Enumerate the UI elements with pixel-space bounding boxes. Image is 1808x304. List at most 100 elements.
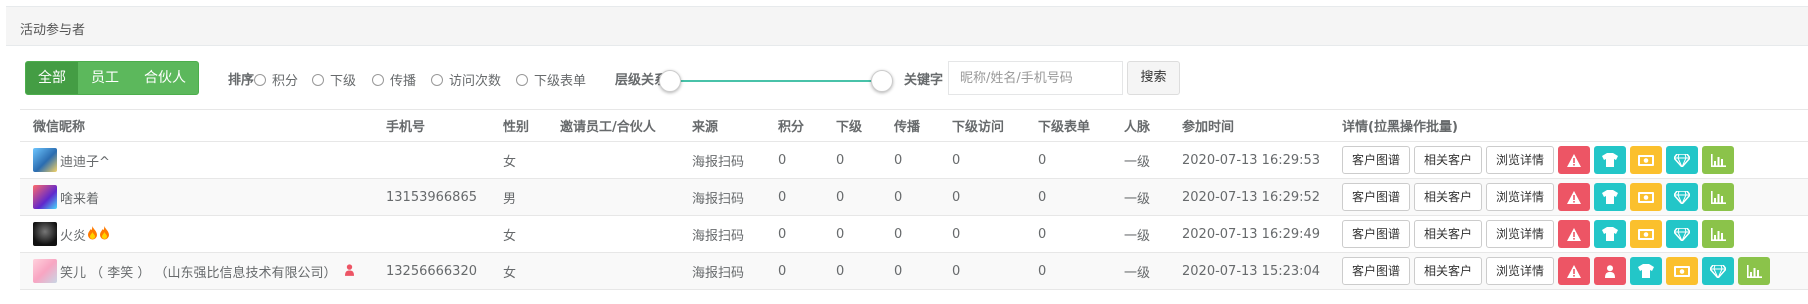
cell-sub: 0 <box>836 141 894 179</box>
sort-radio-spread[interactable]: 传播 <box>372 70 416 89</box>
browse-details-button[interactable]: 浏览详情 <box>1486 220 1555 248</box>
cell-source: 海报扫码 <box>692 141 778 179</box>
radio-circle[interactable] <box>254 73 266 86</box>
search-button[interactable]: 搜索 <box>1127 61 1180 95</box>
radio-label: 传播 <box>390 74 417 89</box>
shirt-icon[interactable] <box>1630 257 1663 285</box>
cell-sub-forms: 0 <box>1038 215 1124 253</box>
radio-circle[interactable] <box>372 73 384 86</box>
radio-circle[interactable] <box>312 73 324 86</box>
cell-spread: 0 <box>894 252 952 290</box>
sort-radio-forms[interactable]: 下级表单 <box>516 70 586 89</box>
level-slider-min-handle[interactable] <box>659 70 681 92</box>
row-actions: 客户图谱 相关客户 浏览详情 <box>1342 146 1808 174</box>
sort-radio-points[interactable]: 积分 <box>254 70 298 89</box>
browse-details-button[interactable]: 浏览详情 <box>1486 183 1555 211</box>
avatar[interactable] <box>33 148 57 172</box>
row-actions: 客户图谱 相关客户 浏览详情 <box>1342 183 1808 211</box>
cell-network: 一级 <box>1124 178 1182 216</box>
segment-all[interactable]: 全部 <box>26 62 78 94</box>
keyword-input[interactable] <box>948 61 1123 95</box>
diamond-icon[interactable] <box>1666 146 1699 174</box>
col-header: 微信昵称 <box>20 109 386 142</box>
cell-inviter <box>560 252 692 290</box>
cell-points: 0 <box>778 178 836 216</box>
cell-phone: 13153966865 <box>386 178 503 216</box>
member-type-segmented: 全部 员工 合伙人 <box>25 61 199 95</box>
segment-partner[interactable]: 合伙人 <box>132 62 198 94</box>
cell-phone: 13256666320 <box>386 252 503 290</box>
sort-radio-sub[interactable]: 下级 <box>312 70 356 89</box>
customer-portrait-button[interactable]: 客户图谱 <box>1342 220 1411 248</box>
table-header-row: 微信昵称 手机号 性别 邀请员工/合伙人 来源 积分 下级 传播 下级访问 下级… <box>20 109 1808 142</box>
related-customers-button[interactable]: 相关客户 <box>1414 220 1483 248</box>
cell-joined: 2020-07-13 16:29:52 <box>1182 178 1342 216</box>
avatar[interactable] <box>33 222 57 246</box>
warning-icon[interactable] <box>1558 220 1591 248</box>
sort-radio-visits[interactable]: 访问次数 <box>431 70 501 89</box>
customer-portrait-button[interactable]: 客户图谱 <box>1342 257 1411 285</box>
cell-sub: 0 <box>836 252 894 290</box>
cell-phone <box>386 215 503 253</box>
cell-sub-forms: 0 <box>1038 252 1124 290</box>
customer-portrait-button[interactable]: 客户图谱 <box>1342 183 1411 211</box>
browse-details-button[interactable]: 浏览详情 <box>1486 146 1555 174</box>
cell-source: 海报扫码 <box>692 252 778 290</box>
col-header: 传播 <box>894 109 952 142</box>
cell-network: 一级 <box>1124 252 1182 290</box>
nickname-wrap: 笑儿 （ 李笑 ） （山东强比信息技术有限公司） <box>20 259 386 283</box>
cell-sub: 0 <box>836 215 894 253</box>
money-icon[interactable] <box>1666 257 1699 285</box>
level-slider-max-handle[interactable] <box>871 70 893 92</box>
cell-spread: 0 <box>894 141 952 179</box>
radio-circle[interactable] <box>516 73 528 86</box>
bar-chart-icon[interactable] <box>1738 257 1771 285</box>
person-icon[interactable] <box>1594 257 1627 285</box>
segment-employee[interactable]: 员工 <box>78 62 132 94</box>
bar-chart-icon[interactable] <box>1702 183 1735 211</box>
cell-nickname: 火炎 <box>20 215 386 253</box>
shirt-icon[interactable] <box>1594 183 1627 211</box>
cell-source: 海报扫码 <box>692 178 778 216</box>
level-slider-track[interactable] <box>671 80 883 82</box>
cell-network: 一级 <box>1124 141 1182 179</box>
participants-table: 微信昵称 手机号 性别 邀请员工/合伙人 来源 积分 下级 传播 下级访问 下级… <box>20 109 1808 290</box>
cell-sub-visits: 0 <box>952 215 1038 253</box>
filter-toolbar: 全部 员工 合伙人 排序 积分 下级 传播 访问次数 下级表单 层级关系 关键字… <box>6 57 1808 101</box>
avatar[interactable] <box>33 185 57 209</box>
cell-actions: 客户图谱 相关客户 浏览详情 <box>1342 215 1808 253</box>
warning-icon[interactable] <box>1558 146 1591 174</box>
money-icon[interactable] <box>1630 220 1663 248</box>
browse-details-button[interactable]: 浏览详情 <box>1486 257 1555 285</box>
cell-phone <box>386 141 503 179</box>
diamond-icon[interactable] <box>1702 257 1735 285</box>
customer-portrait-button[interactable]: 客户图谱 <box>1342 146 1411 174</box>
cell-points: 0 <box>778 252 836 290</box>
bar-chart-icon[interactable] <box>1702 146 1735 174</box>
col-header: 详情(拉黑操作批量) <box>1342 109 1808 142</box>
nickname-text: 火炎 <box>60 228 87 244</box>
shirt-icon[interactable] <box>1594 220 1627 248</box>
cell-sub-visits: 0 <box>952 141 1038 179</box>
related-customers-button[interactable]: 相关客户 <box>1414 146 1483 174</box>
diamond-icon[interactable] <box>1666 220 1699 248</box>
shirt-icon[interactable] <box>1594 146 1627 174</box>
money-icon[interactable] <box>1630 183 1663 211</box>
nickname-wrap: 迪迪子^ <box>20 148 386 172</box>
money-icon[interactable] <box>1630 146 1663 174</box>
warning-icon[interactable] <box>1558 183 1591 211</box>
nickname-wrap: 火炎 <box>20 222 386 246</box>
related-customers-button[interactable]: 相关客户 <box>1414 183 1483 211</box>
radio-circle[interactable] <box>431 73 443 86</box>
related-customers-button[interactable]: 相关客户 <box>1414 257 1483 285</box>
diamond-icon[interactable] <box>1666 183 1699 211</box>
avatar[interactable] <box>33 259 57 283</box>
cell-actions: 客户图谱 相关客户 浏览详情 <box>1342 178 1808 216</box>
bar-chart-icon[interactable] <box>1702 220 1735 248</box>
col-header: 来源 <box>692 109 778 142</box>
table-row: 迪迪子^ 女海报扫码 0 0 0 0 0 一级 2020-07-13 16:29:53 客户图谱相… <box>20 141 1808 179</box>
cell-actions: 客户图谱 相关客户 浏览详情 <box>1342 252 1808 290</box>
warning-icon[interactable] <box>1558 257 1591 285</box>
col-header: 积分 <box>778 109 836 142</box>
cell-points: 0 <box>778 215 836 253</box>
